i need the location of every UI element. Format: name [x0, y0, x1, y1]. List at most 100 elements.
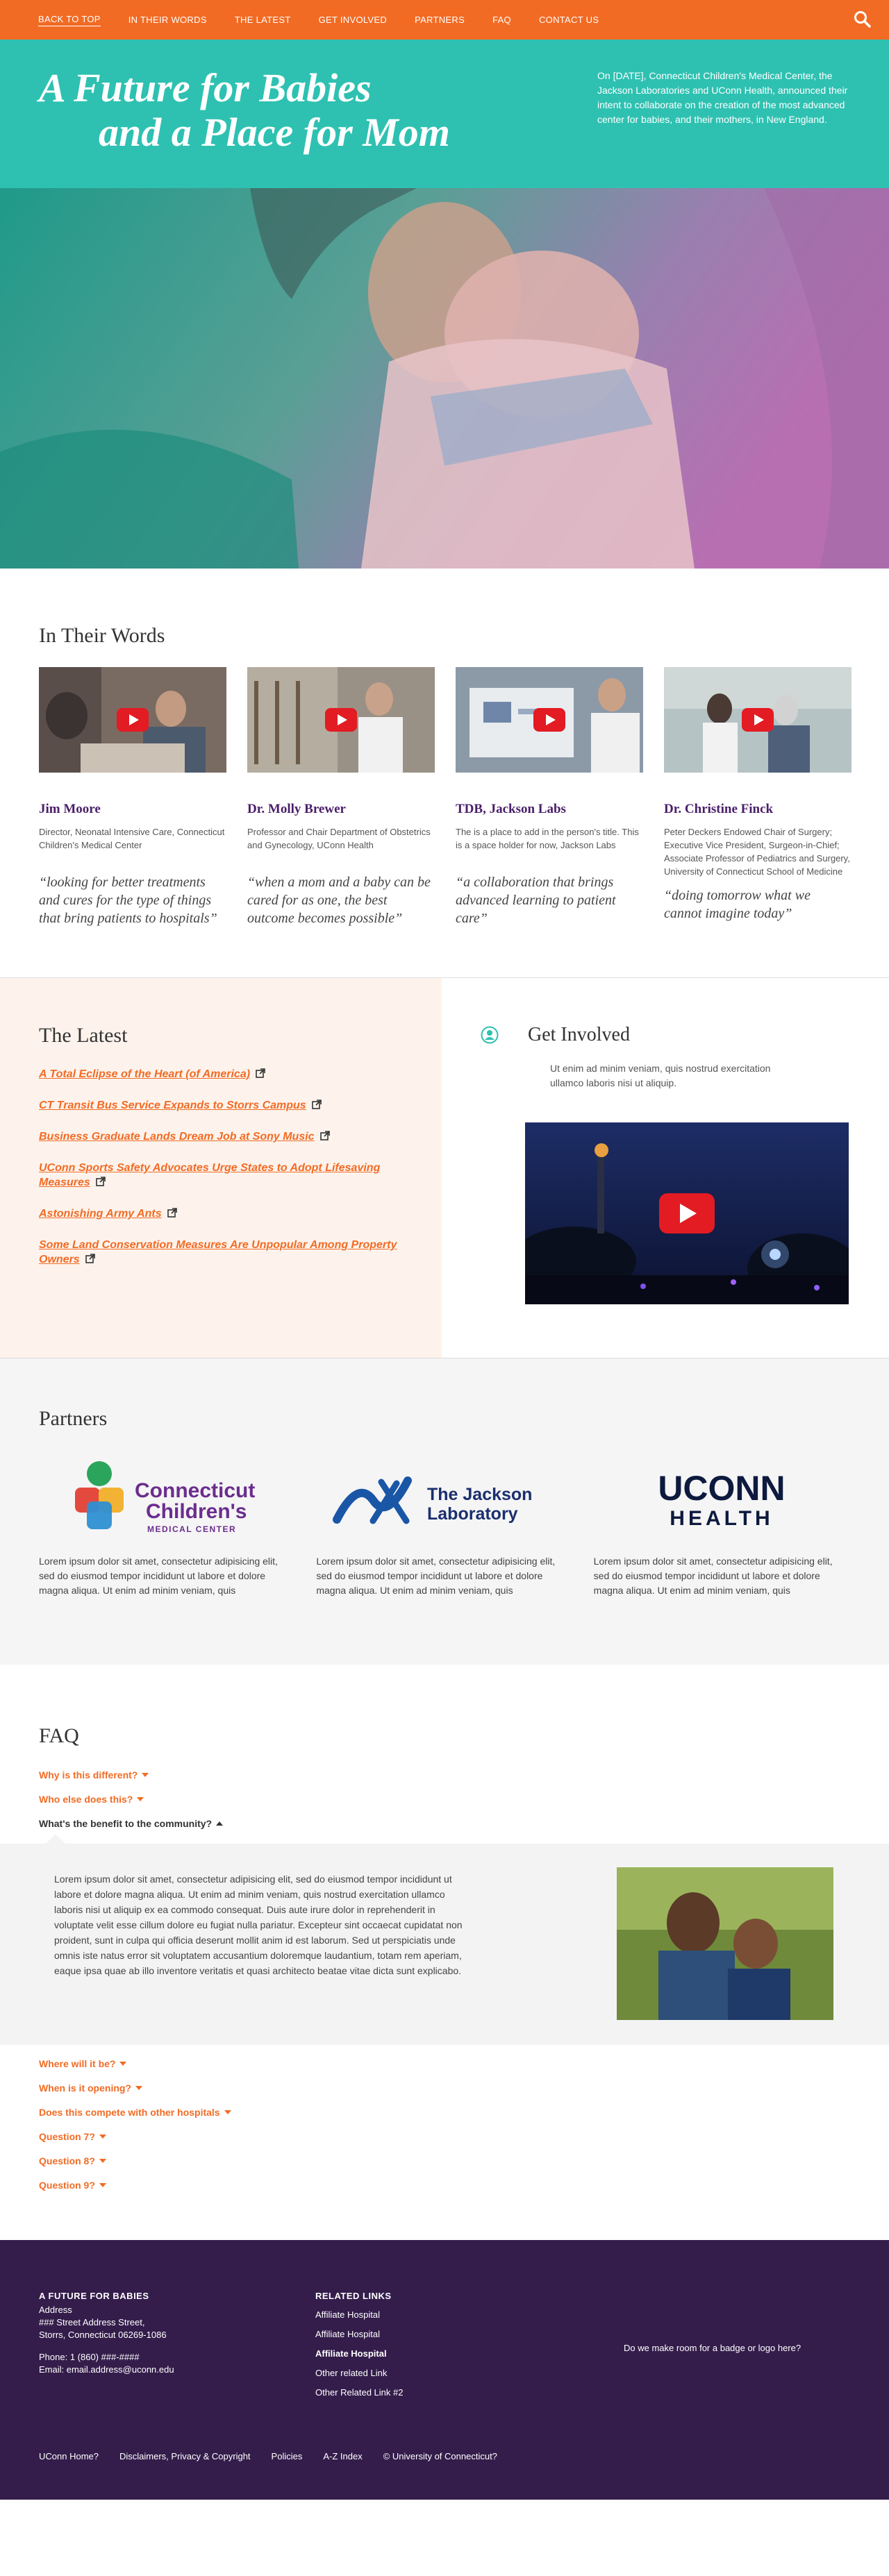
uconn-health-logo[interactable]: UCONN HEALTH — [594, 1451, 850, 1549]
footer-related-link[interactable]: Affiliate Hospital — [315, 2344, 403, 2364]
news-link[interactable]: Astonishing Army Ants — [39, 1208, 162, 1220]
testimonial-name: Dr. Molly Brewer — [247, 802, 346, 816]
faq-question[interactable]: Why is this different? — [39, 1769, 889, 1781]
play-button-icon[interactable] — [117, 708, 149, 732]
nav-the-latest[interactable]: THE LATEST — [235, 15, 291, 25]
footer-link-policies[interactable]: Policies — [272, 2451, 303, 2461]
faq-question[interactable]: When is it opening? — [39, 2082, 889, 2094]
footer-org-title: A FUTURE FOR BABIES — [39, 2291, 149, 2301]
news-link[interactable]: CT Transit Bus Service Expands to Storrs… — [39, 1100, 306, 1111]
footer-link-disclaimers[interactable]: Disclaimers, Privacy & Copyright — [119, 2451, 251, 2461]
testimonial-quote: “when a mom and a baby can be cared for … — [247, 875, 431, 926]
caret-down-icon — [137, 1797, 144, 1801]
testimonial-name: Dr. Christine Finck — [664, 802, 774, 816]
list-item: Some Land Conservation Measures Are Unpo… — [39, 1238, 403, 1267]
external-link-icon — [311, 1100, 322, 1109]
footer-address-label: Address — [39, 2305, 72, 2315]
faq-question-label: Who else does this? — [39, 1794, 133, 1805]
caret-down-icon — [99, 2183, 106, 2187]
caret-down-icon — [99, 2159, 106, 2163]
get-involved-title: Get Involved — [528, 1024, 630, 1045]
partners-section: Partners Connecticut Children's MEDICAL … — [0, 1358, 889, 1665]
connecticut-childrens-logo[interactable]: Connecticut Children's MEDICAL CENTER — [39, 1451, 295, 1549]
the-latest-panel: The Latest A Total Eclipse of the Heart … — [0, 978, 442, 1358]
play-button-icon[interactable] — [659, 1193, 715, 1234]
external-link-icon — [319, 1131, 330, 1140]
testimonial-role: Professor and Chair Department of Obstet… — [247, 827, 431, 850]
video-thumbnail[interactable] — [664, 667, 851, 773]
hero-section: A Future for Babies and a Place for Mom … — [0, 40, 889, 569]
news-link[interactable]: A Total Eclipse of the Heart (of America… — [39, 1068, 250, 1080]
testimonial-card: Dr. Molly Brewer Professor and Chair Dep… — [247, 667, 435, 927]
faq-question[interactable]: Where will it be? — [39, 2057, 889, 2070]
testimonial-name: TDB, Jackson Labs — [456, 802, 566, 816]
nav-get-involved[interactable]: GET INVOLVED — [319, 15, 387, 25]
top-navigation: BACK TO TOP IN THEIR WORDS THE LATEST GE… — [0, 0, 889, 40]
play-button-icon[interactable] — [742, 708, 774, 732]
footer-related-link[interactable]: Other related Link — [315, 2364, 403, 2383]
video-thumbnail[interactable] — [39, 667, 226, 773]
footer-copyright[interactable]: © University of Connecticut? — [383, 2451, 497, 2461]
site-footer: A FUTURE FOR BABIES Address ### Street A… — [0, 2240, 889, 2500]
footer-address-line: Storrs, Connecticut 06269-1086 — [39, 2330, 167, 2340]
nav-partners[interactable]: PARTNERS — [415, 15, 465, 25]
news-link[interactable]: UConn Sports Safety Advocates Urge State… — [39, 1162, 380, 1188]
uconn-health-logo-mark: UCONN HEALTH — [658, 1469, 786, 1530]
testimonial-quote: “looking for better treatments and cures… — [39, 875, 217, 926]
caret-down-icon — [119, 2062, 127, 2066]
partner-item: Connecticut Children's MEDICAL CENTER Lo… — [39, 1451, 295, 1598]
nav-faq[interactable]: FAQ — [492, 15, 511, 25]
footer-related-link[interactable]: Affiliate Hospital — [315, 2325, 403, 2344]
faq-question[interactable]: Question 7? — [39, 2130, 889, 2143]
caret-down-icon — [142, 1773, 149, 1777]
faq-question-label: Where will it be? — [39, 2058, 116, 2069]
footer-email[interactable]: Email: email.address@uconn.edu — [39, 2364, 174, 2376]
play-button-icon[interactable] — [533, 708, 565, 732]
nav-back-to-top[interactable]: BACK TO TOP — [38, 14, 101, 26]
external-link-icon — [256, 1068, 265, 1078]
faq-answer-text: Lorem ipsum dolor sit amet, consectetur … — [54, 1874, 463, 1976]
testimonial-role: Peter Deckers Endowed Chair of Surgery; … — [664, 827, 850, 877]
testimonial-quote: “a collaboration that brings advanced le… — [456, 875, 616, 926]
news-link[interactable]: Business Graduate Lands Dream Job at Son… — [39, 1131, 315, 1143]
faq-question[interactable]: Who else does this? — [39, 1793, 889, 1805]
testimonial-card: Jim Moore Director, Neonatal Intensive C… — [39, 667, 226, 927]
faq-question[interactable]: Question 8? — [39, 2155, 889, 2167]
testimonial-name: Jim Moore — [39, 802, 101, 816]
caret-down-icon — [224, 2110, 231, 2114]
list-item: Business Graduate Lands Dream Job at Son… — [39, 1129, 403, 1144]
external-link-icon — [167, 1208, 177, 1218]
latest-and-involved: The Latest A Total Eclipse of the Heart … — [0, 978, 889, 1358]
hero-title: A Future for Babies and a Place for Mom — [39, 66, 450, 155]
faq-father-son-photo — [617, 1867, 833, 2020]
play-button-icon[interactable] — [325, 708, 357, 732]
video-thumbnail[interactable] — [247, 667, 435, 773]
nav-contact-us[interactable]: CONTACT US — [539, 15, 599, 25]
testimonial-cards: Jim Moore Director, Neonatal Intensive C… — [39, 667, 889, 927]
nav-in-their-words[interactable]: IN THEIR WORDS — [128, 15, 207, 25]
faq-question[interactable]: Does this compete with other hospitals — [39, 2106, 889, 2119]
hero-title-line1: A Future for Babies — [39, 65, 372, 110]
partner-description: Lorem ipsum dolor sit amet, consectetur … — [39, 1556, 278, 1596]
testimonial-card: Dr. Christine Finck Peter Deckers Endowe… — [664, 667, 851, 927]
partners-title: Partners — [39, 1407, 108, 1430]
faq-question-label: When is it opening? — [39, 2082, 131, 2094]
person-circle-icon — [481, 1026, 499, 1044]
video-thumbnail[interactable] — [456, 667, 643, 773]
caret-up-icon — [216, 1821, 224, 1826]
footer-link-uconn-home[interactable]: UConn Home? — [39, 2451, 99, 2461]
search-icon[interactable] — [853, 10, 872, 29]
news-list: A Total Eclipse of the Heart (of America… — [39, 1067, 403, 1267]
footer-contact: A FUTURE FOR BABIES Address ### Street A… — [39, 2290, 174, 2376]
faq-question-open[interactable]: What's the benefit to the community? — [39, 1817, 889, 1830]
footer-link-a-z-index[interactable]: A-Z Index — [323, 2451, 362, 2461]
faq-answer-panel: Lorem ipsum dolor sit amet, consectetur … — [0, 1834, 889, 2045]
footer-related-link[interactable]: Other Related Link #2 — [315, 2383, 403, 2402]
get-involved-header: Get Involved — [481, 1024, 889, 1046]
jackson-laboratory-logo[interactable]: The Jackson Laboratory — [316, 1451, 572, 1549]
faq-question[interactable]: Question 9? — [39, 2179, 889, 2191]
get-involved-video[interactable] — [525, 1122, 849, 1304]
the-latest-title: The Latest — [39, 1024, 128, 1047]
hero-title-line2: and a Place for Mom — [99, 110, 450, 155]
footer-related-link[interactable]: Affiliate Hospital — [315, 2305, 403, 2325]
